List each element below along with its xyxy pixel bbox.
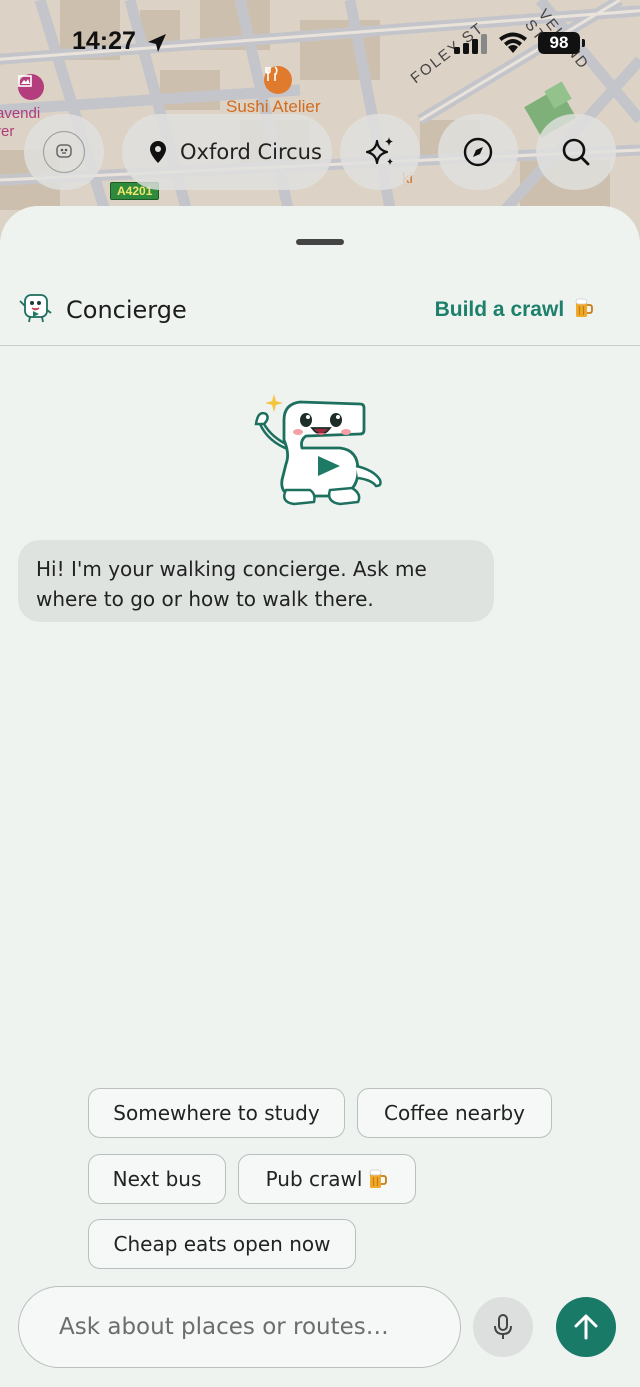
header-title: Concierge <box>66 296 187 324</box>
microphone-icon <box>494 1314 512 1339</box>
beer-mug-icon <box>575 298 593 317</box>
send-button[interactable] <box>556 1297 616 1357</box>
suggestion-chip[interactable]: Coffee nearby <box>357 1088 552 1138</box>
suggestion-label: Cheap eats open now <box>113 1232 331 1256</box>
build-crawl-button[interactable]: Build a crawl <box>435 297 594 322</box>
concierge-sheet: Concierge Build a crawl Hi! I'm your wal… <box>0 206 640 1387</box>
restaurant-poi-icon[interactable] <box>264 66 292 94</box>
concierge-mascot-icon <box>254 394 382 506</box>
status-time: 14:27 <box>72 27 136 55</box>
search-icon <box>562 138 590 166</box>
location-label: Oxford Circus <box>180 140 322 164</box>
mascot-avatar-icon <box>43 131 85 173</box>
sheet-grabber[interactable] <box>296 239 344 245</box>
location-selector[interactable]: Oxford Circus <box>122 114 332 190</box>
voice-input-button[interactable] <box>473 1297 533 1357</box>
location-arrow-icon <box>148 34 166 52</box>
message-input-container <box>18 1286 461 1368</box>
search-button[interactable] <box>536 114 616 190</box>
build-crawl-label: Build a crawl <box>434 298 565 321</box>
suggestion-chip[interactable]: Next bus <box>88 1154 226 1204</box>
arrow-up-icon <box>574 1314 598 1340</box>
compass-icon <box>463 137 493 167</box>
suggestion-label: Pub crawl <box>265 1167 363 1191</box>
suggestion-label: Somewhere to study <box>113 1101 320 1125</box>
ai-suggestions-button[interactable] <box>340 114 420 190</box>
suggestion-label: Coffee nearby <box>384 1101 525 1125</box>
suggestion-chip[interactable]: Somewhere to study <box>88 1088 345 1138</box>
sheet-header: Concierge Build a crawl <box>0 280 640 346</box>
battery-indicator: 98 <box>538 32 585 54</box>
message-input[interactable] <box>59 1309 429 1345</box>
profile-button[interactable] <box>24 114 104 190</box>
location-pin-icon <box>150 141 166 163</box>
status-bar: 14:27 98 <box>0 0 640 70</box>
beer-mug-icon <box>370 1169 388 1188</box>
suggestion-chip[interactable]: Cheap eats open now <box>88 1219 356 1269</box>
suggestion-label: Next bus <box>112 1167 202 1191</box>
suggestion-chip[interactable]: Pub crawl <box>238 1154 416 1204</box>
wifi-icon <box>499 32 527 53</box>
sparkles-icon <box>365 137 393 165</box>
cellular-signal-icon <box>454 34 487 54</box>
compass-button[interactable] <box>438 114 518 190</box>
assistant-message: Hi! I'm your walking concierge. Ask me w… <box>18 540 494 622</box>
gallery-poi-icon[interactable] <box>18 74 44 100</box>
concierge-logo-icon <box>19 294 52 323</box>
